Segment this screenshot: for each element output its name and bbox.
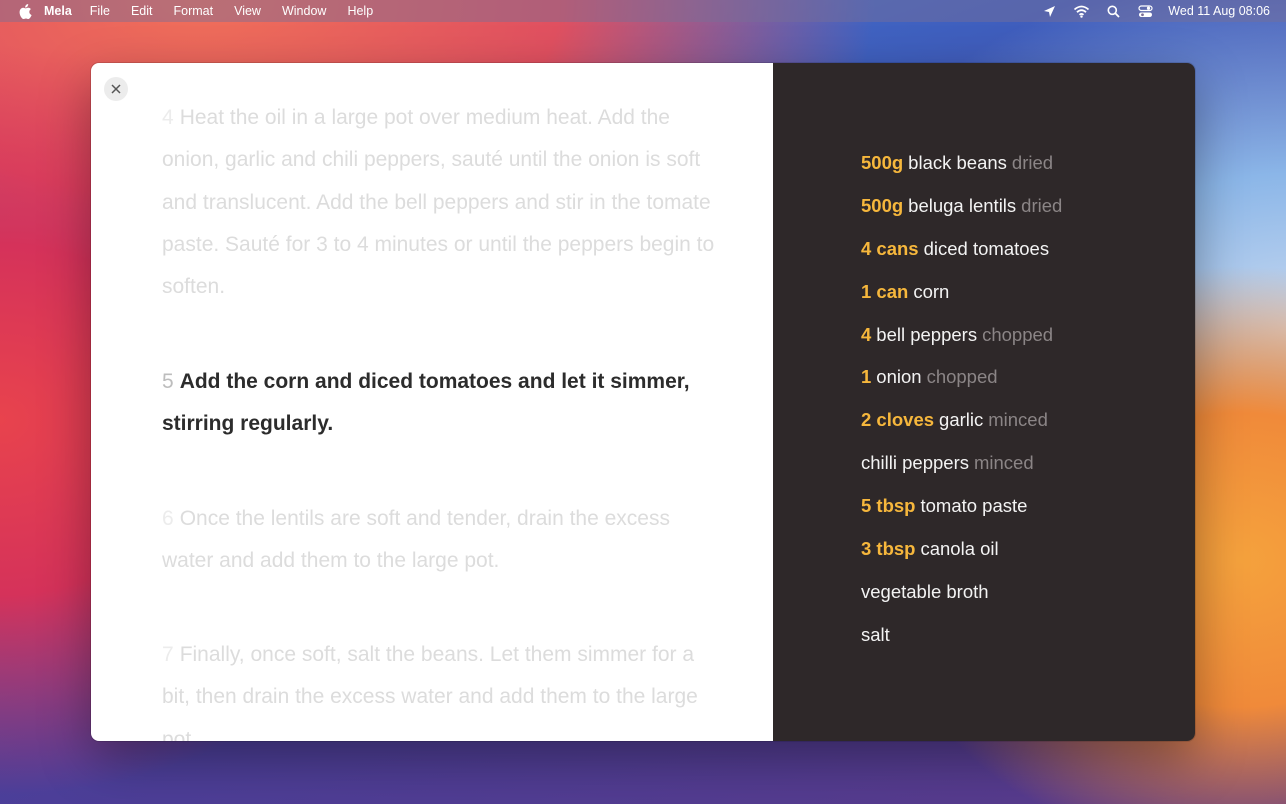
- ingredient-note: chopped: [982, 323, 1054, 345]
- ingredient-name: diced tomatoes: [923, 237, 1050, 259]
- ingredient-item: 3 tbsp canola oil: [861, 538, 1062, 581]
- ingredient-item: vegetable broth: [861, 581, 1062, 624]
- wifi-icon[interactable]: [1072, 3, 1090, 19]
- menu-format[interactable]: Format: [174, 4, 214, 18]
- ingredient-item: 2 cloves garlic minced: [861, 409, 1062, 452]
- step-text: Add the corn and diced tomatoes and let …: [162, 370, 690, 436]
- ingredient-quantity: 1: [861, 366, 872, 388]
- ingredient-note: chopped: [926, 366, 998, 388]
- control-center-icon[interactable]: [1136, 3, 1154, 19]
- steps-pane: 4 Heat the oil in a large pot over medium…: [91, 63, 773, 741]
- ingredient-name: corn: [913, 280, 950, 302]
- recipe-cook-mode-window: 4 Heat the oil in a large pot over medium…: [91, 63, 1195, 741]
- ingredient-quantity: 500g: [861, 152, 904, 173]
- step-6[interactable]: 6 Once the lentils are soft and tender, d…: [162, 498, 722, 583]
- ingredient-note: minced: [988, 409, 1048, 431]
- menu-app-name[interactable]: Mela: [44, 4, 72, 18]
- menu-bar: Mela File Edit Format View Window Help W…: [0, 0, 1286, 22]
- ingredient-name: salt: [861, 623, 890, 645]
- step-number: 4: [162, 106, 174, 129]
- ingredient-quantity: 500g: [861, 194, 904, 216]
- step-number: 5: [162, 370, 174, 393]
- step-7[interactable]: 7 Finally, once soft, salt the beans. Let…: [162, 634, 722, 741]
- ingredient-item: chilli peppers minced: [861, 452, 1062, 495]
- ingredient-item: 4 cans diced tomatoes: [861, 238, 1062, 281]
- ingredient-note: dried: [1011, 152, 1054, 173]
- ingredient-name: chilli peppers: [861, 452, 969, 474]
- ingredient-item: salt: [861, 624, 1062, 667]
- ingredient-name: bell peppers: [876, 323, 978, 345]
- ingredients-pane: 500g black beans dried 500g beluga lentils d…: [773, 63, 1195, 741]
- step-number: 7: [162, 643, 174, 666]
- ingredient-item: 500g beluga lentils dried: [861, 195, 1062, 238]
- menu-file[interactable]: File: [90, 4, 110, 18]
- ingredient-quantity: 5 tbsp: [861, 495, 916, 517]
- menu-edit[interactable]: Edit: [131, 4, 153, 18]
- close-icon: [111, 84, 121, 94]
- ingredient-item: 1 can corn: [861, 281, 1062, 324]
- ingredient-quantity: 2 cloves: [861, 409, 935, 431]
- step-text: Once the lentils are soft and tender, dr…: [162, 507, 670, 573]
- ingredient-name: vegetable broth: [861, 580, 989, 602]
- ingredient-quantity: 1 can: [861, 280, 909, 302]
- step-number: 6: [162, 507, 174, 530]
- ingredient-name: canola oil: [920, 538, 999, 560]
- menu-window[interactable]: Window: [282, 4, 326, 18]
- step-5-current[interactable]: 5 Add the corn and diced tomatoes and let…: [162, 361, 722, 446]
- step-4[interactable]: 4 Heat the oil in a large pot over medium…: [162, 97, 722, 308]
- ingredient-quantity: 4: [861, 323, 872, 345]
- ingredient-quantity: 3 tbsp: [861, 538, 916, 560]
- location-icon[interactable]: [1040, 3, 1058, 19]
- close-button[interactable]: [104, 77, 128, 101]
- step-text: Heat the oil in a large pot over medium …: [162, 106, 715, 299]
- ingredient-name: garlic: [939, 409, 984, 431]
- menu-view[interactable]: View: [234, 4, 261, 18]
- step-text: Finally, once soft, salt the beans. Let …: [162, 643, 698, 741]
- ingredient-quantity: 4 cans: [861, 237, 919, 259]
- ingredient-name: onion: [876, 366, 922, 388]
- search-icon[interactable]: [1104, 3, 1122, 19]
- menu-clock[interactable]: Wed 11 Aug 08:06: [1168, 4, 1270, 18]
- menu-help[interactable]: Help: [347, 4, 373, 18]
- ingredient-name: black beans: [908, 152, 1007, 173]
- ingredient-name: beluga lentils: [908, 194, 1017, 216]
- ingredient-name: tomato paste: [920, 495, 1028, 517]
- apple-icon[interactable]: [18, 3, 32, 19]
- ingredient-item: 500g black beans dried: [861, 152, 1062, 195]
- ingredient-note: dried: [1021, 194, 1063, 216]
- ingredient-item: 5 tbsp tomato paste: [861, 495, 1062, 538]
- ingredient-note: minced: [973, 452, 1034, 474]
- ingredient-item: 4 bell peppers chopped: [861, 324, 1062, 367]
- ingredient-list: 500g black beans dried 500g beluga lentils d…: [861, 152, 1062, 667]
- ingredient-item: 1 onion chopped: [861, 366, 1062, 409]
